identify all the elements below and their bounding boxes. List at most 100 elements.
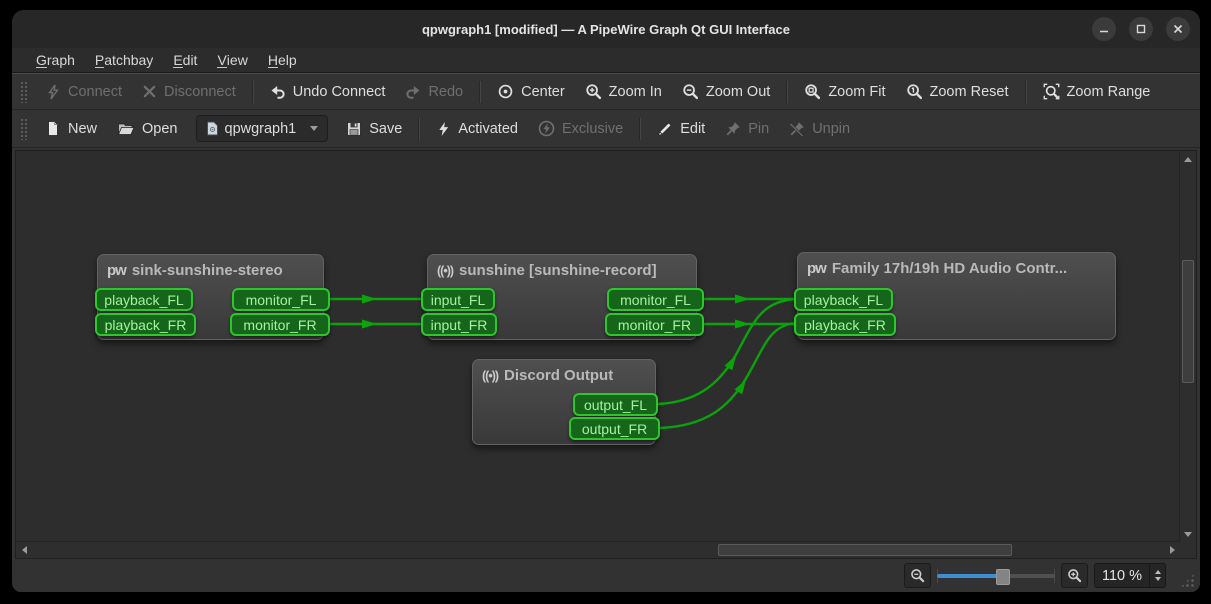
canvas-frame: pwsink-sunshine-stereo playback_FL playb…: [15, 150, 1197, 559]
patchbay-select-value: qpwgraph1: [225, 121, 297, 137]
center-icon: [497, 83, 514, 100]
undo-icon: [270, 84, 286, 100]
new-button[interactable]: New: [35, 116, 107, 141]
spin-down-button[interactable]: [1155, 577, 1161, 581]
pin-button[interactable]: Pin: [715, 117, 779, 141]
exclusive-bolt-icon: [538, 120, 555, 137]
port-sink-monitor-fr[interactable]: monitor_FR: [230, 313, 330, 336]
unpin-icon: [789, 121, 805, 137]
graph-canvas[interactable]: pwsink-sunshine-stereo playback_FL playb…: [16, 151, 1180, 542]
patchbay-select[interactable]: qpwgraph1: [196, 115, 329, 142]
window-title: qpwgraph1 [modified] — A PipeWire Graph …: [422, 22, 790, 37]
port-sink-playback-fl[interactable]: playback_FL: [95, 288, 193, 311]
scrollbar-corner: [1180, 542, 1196, 558]
zoom-spinbox[interactable]: 110 %: [1094, 563, 1166, 588]
slider-fill: [937, 574, 998, 578]
edit-pencil-icon: [657, 121, 673, 137]
close-button[interactable]: [1166, 17, 1190, 41]
menu-view[interactable]: View: [207, 50, 257, 70]
statusbar-zoom-in-button[interactable]: [1061, 563, 1088, 588]
vertical-scrollbar[interactable]: [1179, 151, 1196, 542]
scroll-left-button[interactable]: [16, 542, 32, 558]
zoom-in-icon: [1067, 568, 1082, 583]
port-sunshine-input-fr[interactable]: input_FR: [421, 313, 497, 336]
graph-toolbar: Connect Disconnect Undo Connect Redo Cen…: [12, 73, 1200, 110]
maximize-button[interactable]: [1129, 17, 1153, 41]
app-window: qpwgraph1 [modified] — A PipeWire Graph …: [12, 10, 1200, 592]
activated-button[interactable]: Activated: [426, 117, 528, 141]
toolbar-separator: [1025, 81, 1027, 103]
horizontal-scrollbar[interactable]: [16, 541, 1180, 558]
zoom-out-button[interactable]: Zoom Out: [672, 79, 780, 104]
port-sunshine-input-fl[interactable]: input_FL: [421, 288, 495, 311]
port-sunshine-monitor-fr[interactable]: monitor_FR: [605, 313, 704, 336]
disconnect-icon: [142, 84, 157, 99]
save-button[interactable]: Save: [336, 117, 412, 141]
port-discord-output-fr[interactable]: output_FR: [569, 417, 660, 440]
connection-wire[interactable]: [660, 323, 794, 428]
wire-arrow-icon: [362, 295, 377, 304]
menu-patchbay[interactable]: Patchbay: [85, 50, 163, 70]
horizontal-scroll-thumb[interactable]: [718, 544, 1012, 556]
connect-button[interactable]: Connect: [35, 80, 132, 104]
spin-up-button[interactable]: [1155, 570, 1161, 574]
arrow-down-icon: [1184, 532, 1192, 537]
port-sink-playback-fr[interactable]: playback_FR: [95, 313, 196, 336]
menubar: Graph Patchbay Edit View Help: [12, 48, 1200, 73]
zoom-fit-button[interactable]: Zoom Fit: [794, 79, 895, 104]
zoom-range-button[interactable]: Zoom Range: [1033, 79, 1161, 104]
scroll-right-button[interactable]: [1164, 542, 1180, 558]
undo-connect-button[interactable]: Undo Connect: [260, 80, 396, 104]
wire-arrow-icon: [735, 320, 750, 329]
zoom-out-icon: [910, 568, 925, 583]
unpin-button[interactable]: Unpin: [779, 117, 860, 141]
window-controls: [1092, 17, 1190, 41]
maximize-icon: [1135, 23, 1147, 35]
scroll-up-button[interactable]: [1180, 151, 1196, 167]
wire-arrow-icon: [362, 320, 377, 329]
close-icon: [1172, 23, 1184, 35]
port-discord-output-fl[interactable]: output_FL: [573, 393, 658, 416]
zoom-out-icon: [682, 83, 699, 100]
menu-help[interactable]: Help: [258, 50, 307, 70]
exclusive-button[interactable]: Exclusive: [528, 116, 633, 141]
port-family-playback-fr[interactable]: playback_FR: [794, 313, 896, 336]
zoom-range-icon: [1043, 83, 1060, 100]
open-button[interactable]: Open: [107, 117, 187, 141]
minimize-button[interactable]: [1092, 17, 1116, 41]
toolbar-separator: [418, 118, 420, 140]
statusbar-zoom-out-button[interactable]: [904, 563, 931, 588]
slider-handle[interactable]: [996, 569, 1010, 585]
toolbar-separator: [786, 81, 788, 103]
vertical-scroll-thumb[interactable]: [1182, 260, 1194, 383]
redo-button[interactable]: Redo: [395, 80, 473, 104]
zoom-slider[interactable]: [937, 566, 1055, 586]
toolbar-separator: [252, 81, 254, 103]
toolbar-drag-handle[interactable]: [20, 81, 27, 103]
menu-graph[interactable]: Graph: [26, 50, 85, 70]
center-button[interactable]: Center: [487, 79, 575, 104]
zoom-reset-button[interactable]: Zoom Reset: [896, 79, 1019, 104]
arrow-up-icon: [1184, 157, 1192, 162]
zoom-fit-icon: [804, 83, 821, 100]
toolbar-separator: [479, 81, 481, 103]
menu-edit[interactable]: Edit: [163, 50, 207, 70]
scroll-down-button[interactable]: [1180, 526, 1196, 542]
resize-grip[interactable]: [1180, 573, 1195, 588]
toolbar-drag-handle[interactable]: [20, 118, 27, 140]
save-icon: [346, 121, 362, 137]
edit-button[interactable]: Edit: [647, 117, 715, 141]
open-folder-icon: [117, 121, 135, 137]
port-family-playback-fl[interactable]: playback_FL: [794, 288, 893, 311]
minimize-icon: [1098, 23, 1110, 35]
new-file-icon: [45, 120, 61, 137]
disconnect-button[interactable]: Disconnect: [132, 80, 246, 104]
port-sink-monitor-fl[interactable]: monitor_FL: [232, 288, 330, 311]
redo-icon: [405, 84, 421, 100]
patchbay-file-icon: [206, 121, 219, 136]
zoom-in-button[interactable]: Zoom In: [575, 79, 672, 104]
patchbay-toolbar: New Open qpwgraph1 Save Activated Exclus…: [12, 110, 1200, 148]
port-sunshine-monitor-fl[interactable]: monitor_FL: [607, 288, 704, 311]
zoom-in-icon: [585, 83, 602, 100]
toolbar-separator: [639, 118, 641, 140]
